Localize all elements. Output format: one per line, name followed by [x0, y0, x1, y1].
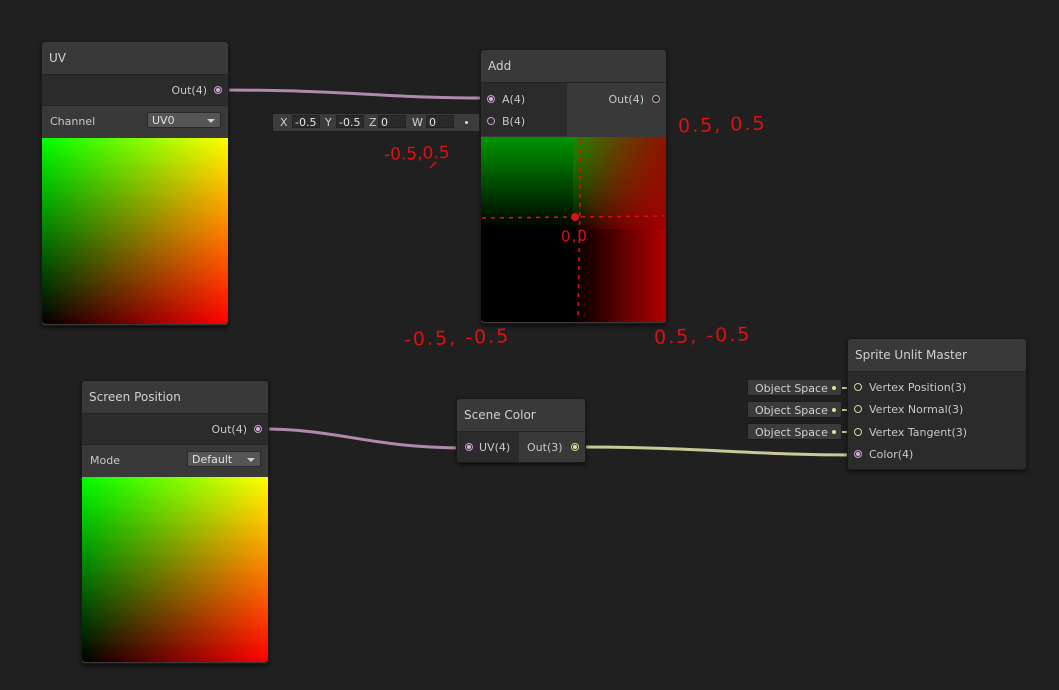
z-field[interactable]: 0 [378, 115, 406, 129]
outputs-column: Out(4) [567, 83, 666, 136]
annotation-top-right: 0.5, 0.5 [677, 112, 767, 138]
in-port-vertex-normal[interactable] [854, 405, 862, 413]
node-title: Screen Position [82, 381, 268, 414]
node-title: UV [42, 42, 228, 75]
input-label: Vertex Tangent(3) [869, 426, 968, 439]
input-label: Vertex Normal(3) [869, 403, 964, 416]
in-uv-label: UV(4) [479, 441, 511, 454]
input-label: Vertex Position(3) [869, 381, 967, 394]
annotation-bottom-right: 0.5, -0.5 [653, 323, 752, 349]
edge-uv-to-add[interactable] [221, 88, 489, 100]
mode-dropdown[interactable]: Default [187, 451, 261, 467]
y-field[interactable]: -0.5 [336, 115, 364, 129]
mode-value: Default [192, 453, 233, 466]
connector-dot-icon [832, 408, 836, 412]
out-label: Out(3) [527, 441, 563, 454]
b-vector-input: X -0.5 Y -0.5 Z 0 W 0 [272, 113, 480, 132]
w-field[interactable]: 0 [426, 115, 454, 129]
out-label: Out(4) [608, 93, 644, 106]
connector-dot-icon [832, 430, 836, 434]
outputs-column: Out(3) [519, 432, 585, 462]
x-label: X [280, 116, 288, 129]
vertex-position-space[interactable]: Object Space [747, 379, 842, 396]
out-port[interactable] [571, 443, 579, 451]
channel-dropdown[interactable]: UV0 [147, 112, 221, 128]
annotation-top-left: -0.5,0.5 [383, 142, 450, 166]
connector-dot-icon [832, 386, 836, 390]
in-b-label: B(4) [502, 115, 526, 128]
sprite-unlit-master-node[interactable]: Sprite Unlit Master Vertex Position(3) V… [847, 338, 1027, 470]
add-node[interactable]: Add A(4) B(4) Out(4) [480, 49, 667, 324]
chevron-down-icon [247, 458, 255, 462]
z-label: Z [369, 116, 377, 129]
in-port-vertex-position[interactable] [854, 383, 862, 391]
in-a-label: A(4) [502, 93, 526, 106]
inputs-column: UV(4) [457, 432, 519, 462]
out-label: Out(4) [171, 84, 207, 97]
uv-preview [42, 138, 228, 324]
y-label: Y [325, 116, 332, 129]
annotation-center: 0,0 [560, 226, 589, 246]
node-title: Sprite Unlit Master [848, 339, 1026, 372]
out-port[interactable] [214, 86, 222, 94]
screen-position-preview [82, 477, 268, 662]
in-port-color[interactable] [854, 450, 862, 458]
out-label: Out(4) [211, 423, 247, 436]
chevron-down-icon [207, 119, 215, 123]
annotation-bottom-left: -0.5, -0.5 [403, 325, 511, 351]
edge-screenpos-to-scenecolor[interactable] [261, 427, 466, 450]
vertex-normal-space[interactable]: Object Space [747, 401, 842, 418]
space-label: Object Space [755, 382, 828, 395]
input-label: Color(4) [869, 448, 914, 461]
channel-value: UV0 [152, 114, 175, 127]
in-port-uv[interactable] [465, 443, 473, 451]
out-port[interactable] [254, 425, 262, 433]
node-title: Scene Color [457, 399, 585, 432]
ports-area: A(4) B(4) Out(4) [481, 83, 666, 136]
channel-label: Channel [50, 115, 96, 128]
in-port-b[interactable] [487, 117, 495, 125]
output-row: Out(4) [42, 75, 228, 105]
screen-position-node[interactable]: Screen Position Out(4) Mode Default [81, 380, 269, 664]
out-port[interactable] [652, 95, 660, 103]
node-title: Add [481, 50, 666, 83]
mode-row: Mode Default [82, 444, 268, 475]
in-port-vertex-tangent[interactable] [854, 428, 862, 436]
space-label: Object Space [755, 426, 828, 439]
inputs-column: A(4) B(4) [481, 83, 567, 136]
uv-node[interactable]: UV Out(4) Channel UV0 [41, 41, 229, 326]
inputs-list: Vertex Position(3) Vertex Normal(3) Vert… [848, 372, 1026, 469]
x-field[interactable]: -0.5 [292, 115, 320, 129]
w-label: W [412, 116, 423, 129]
in-port-a[interactable] [487, 95, 495, 103]
mode-label: Mode [90, 454, 120, 467]
edge-scenecolor-to-master[interactable] [579, 445, 856, 457]
scene-color-node[interactable]: Scene Color UV(4) Out(3) [456, 398, 586, 463]
add-preview-topright [573, 137, 666, 229]
space-label: Object Space [755, 404, 828, 417]
channel-row: Channel UV0 [42, 105, 228, 136]
vertex-tangent-space[interactable]: Object Space [747, 423, 842, 440]
output-row: Out(4) [82, 414, 268, 444]
connector-dot-icon [465, 121, 468, 124]
ports-area: UV(4) Out(3) [457, 432, 585, 462]
